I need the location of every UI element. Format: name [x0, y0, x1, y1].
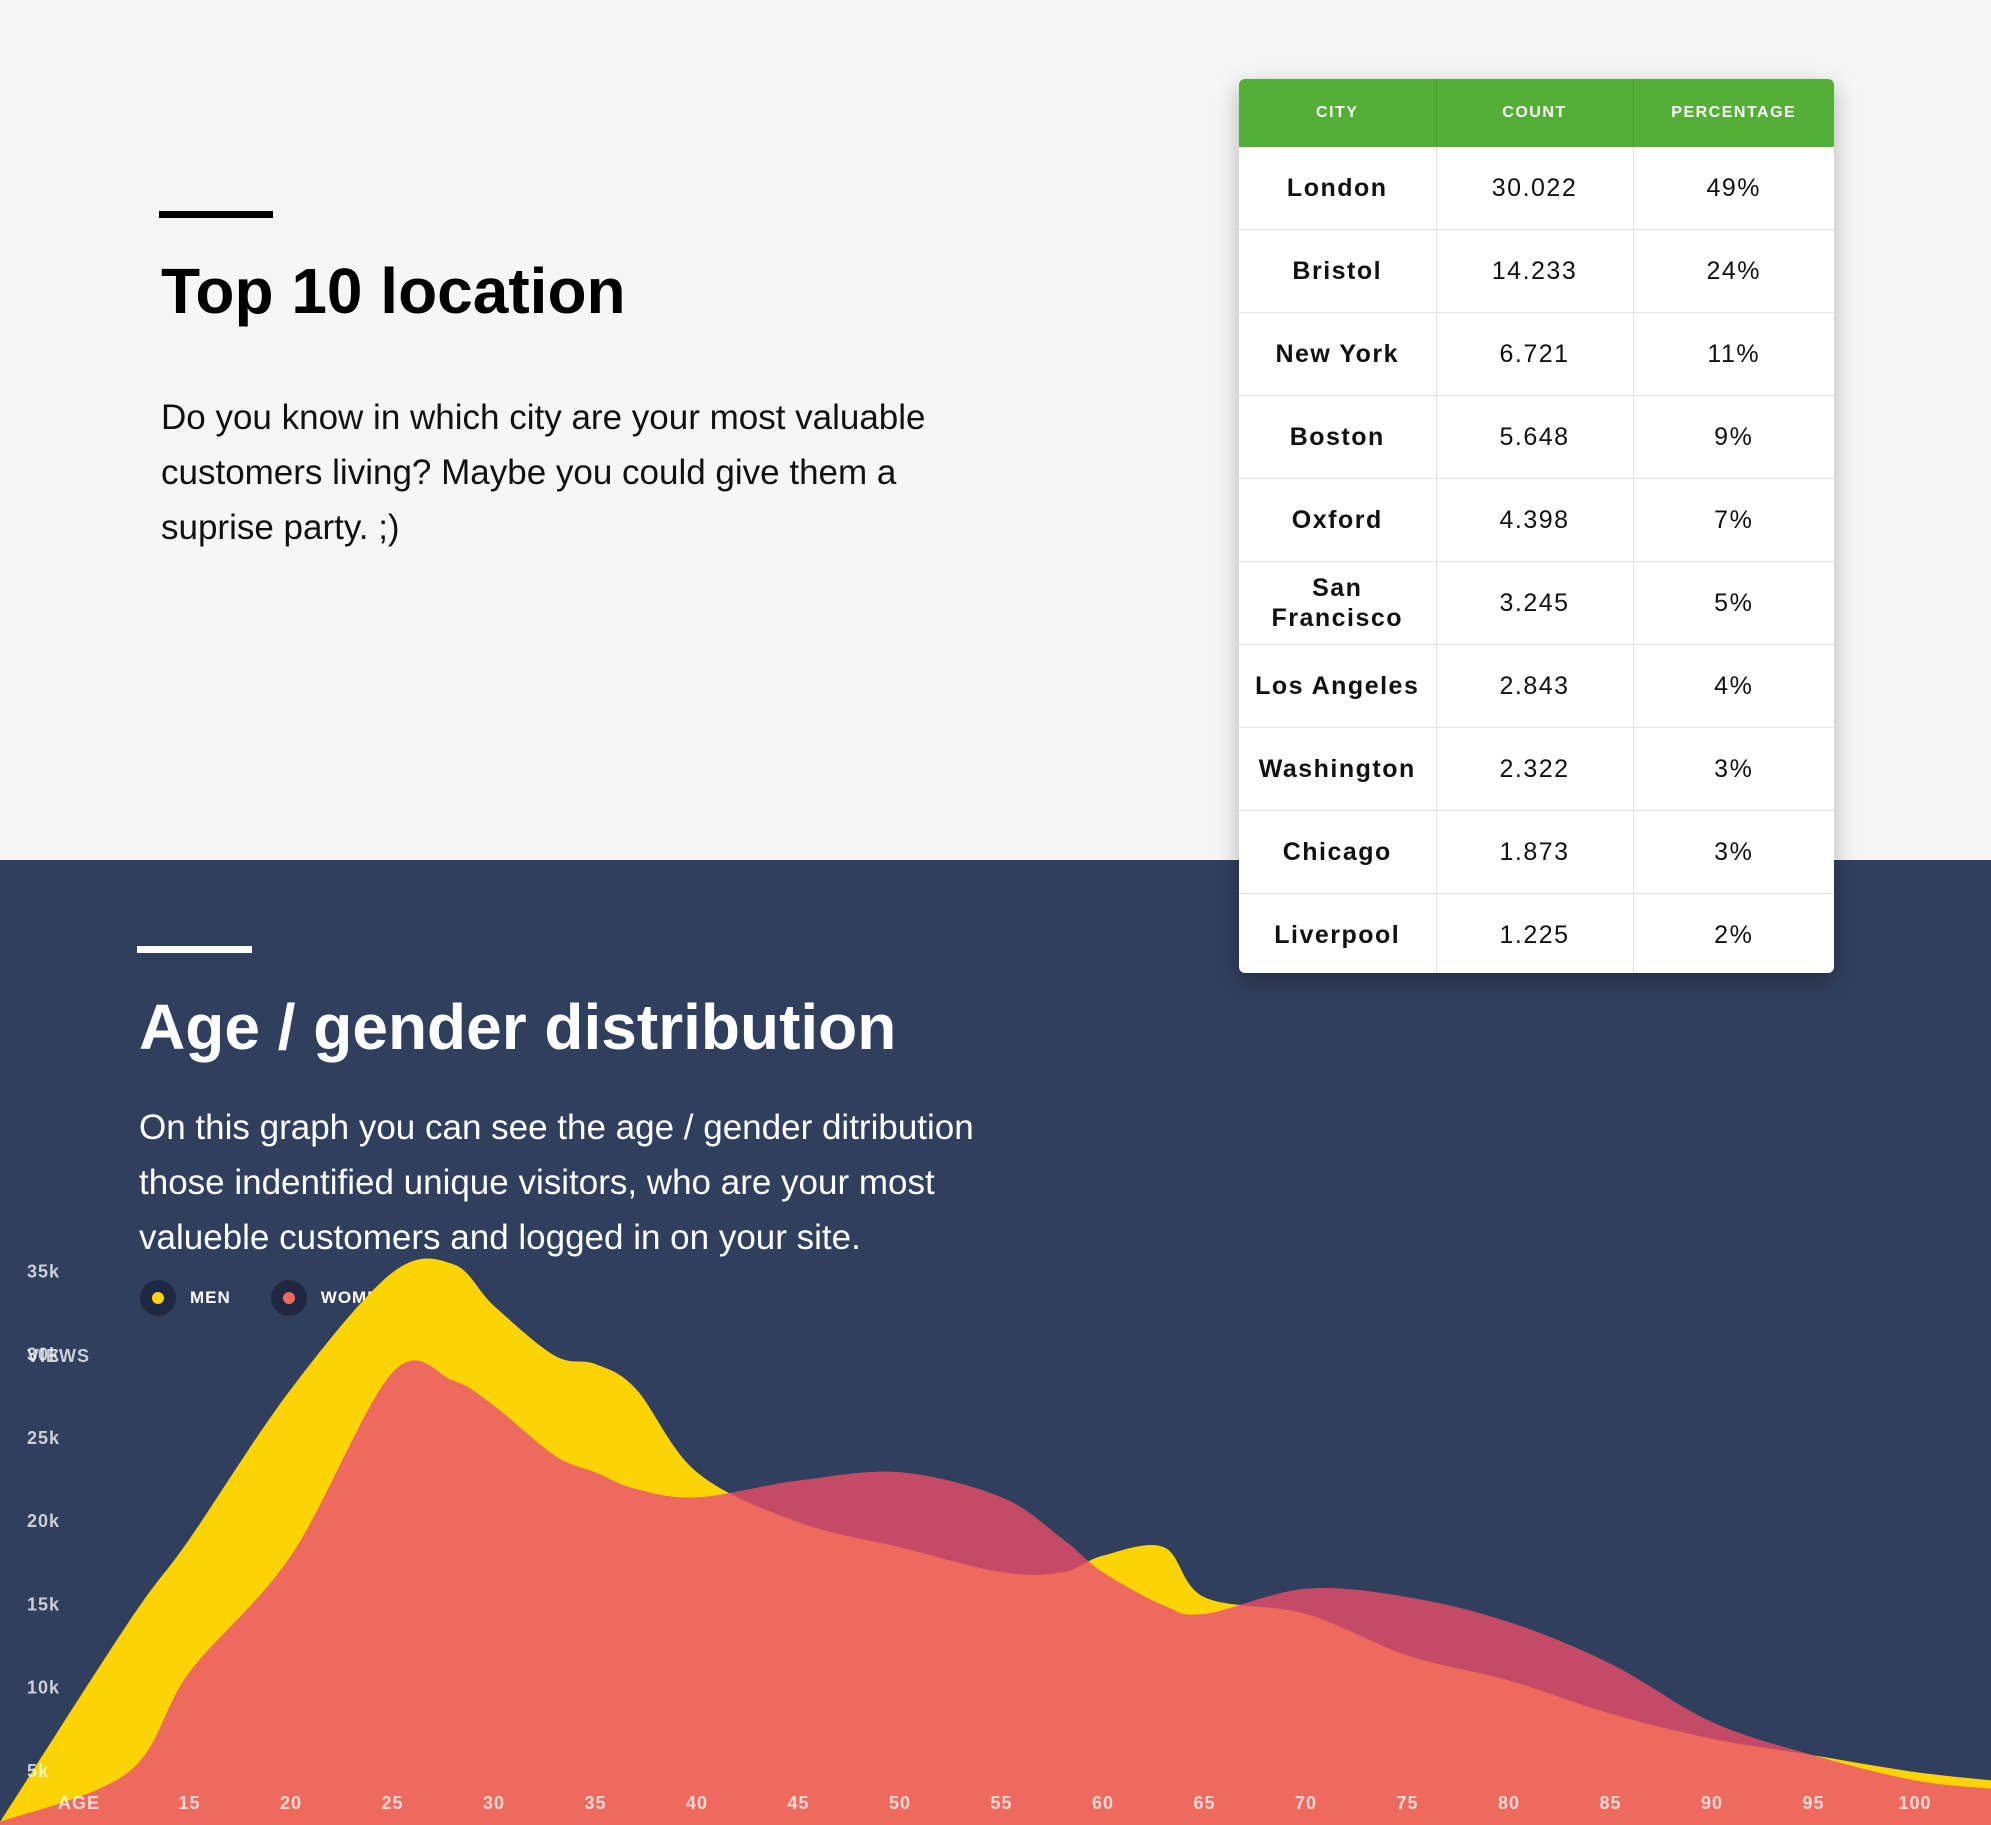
cell-city: Oxford — [1239, 478, 1437, 562]
column-header-count[interactable]: COUNT — [1436, 79, 1634, 147]
age-gender-section: Age / gender distribution On this graph … — [0, 860, 1991, 1825]
section-accent-line — [159, 211, 273, 218]
column-header-city[interactable]: CITY — [1239, 79, 1437, 147]
y-tick-label: 25k — [27, 1428, 60, 1448]
cell-count: 1.873 — [1436, 810, 1634, 894]
table-row[interactable]: Boston 5.648 9% — [1239, 395, 1834, 479]
table-row[interactable]: Chicago 1.873 3% — [1239, 810, 1834, 894]
x-tick-label: 35 — [584, 1793, 606, 1813]
cell-percentage: 4% — [1633, 644, 1834, 728]
table-row[interactable]: Bristol 14.233 24% — [1239, 229, 1834, 313]
table-body: London 30.022 49% Bristol 14.233 24% New York 6… — [1239, 147, 1834, 973]
x-tick-label: 15 — [178, 1793, 200, 1813]
table-row[interactable]: San Francisco 3.245 5% — [1239, 561, 1834, 645]
cell-city: San Francisco — [1239, 561, 1437, 645]
column-header-percentage[interactable]: PERCENTAGE — [1633, 79, 1834, 147]
cell-city: London — [1239, 147, 1437, 230]
table-row[interactable]: Washington 2.322 3% — [1239, 727, 1834, 811]
age-gender-area-chart: VIEWS5k10k15k20k25k30k35kAGE 15 20 25 30 35 40… — [0, 1258, 1991, 1825]
x-tick-label: 20 — [280, 1793, 302, 1813]
x-tick-label: 45 — [787, 1793, 809, 1813]
cell-count: 14.233 — [1436, 229, 1634, 313]
cell-city: Liverpool — [1239, 893, 1437, 973]
table-row[interactable]: Los Angeles 2.843 4% — [1239, 644, 1834, 728]
cell-city: Los Angeles — [1239, 644, 1437, 728]
cell-city: Washington — [1239, 727, 1437, 811]
y-tick-label: 10k — [27, 1678, 60, 1698]
x-tick-label: 100 — [1898, 1793, 1931, 1813]
cell-city: Chicago — [1239, 810, 1437, 894]
top-locations-description: Do you know in which city are your most … — [161, 398, 926, 547]
cell-count: 5.648 — [1436, 395, 1634, 479]
cell-percentage: 9% — [1633, 395, 1834, 479]
cell-percentage: 5% — [1633, 561, 1834, 645]
table-row[interactable]: New York 6.721 11% — [1239, 312, 1834, 396]
x-tick-label: 75 — [1396, 1793, 1418, 1813]
cell-percentage: 3% — [1633, 727, 1834, 811]
y-tick-label: 20k — [27, 1511, 60, 1531]
cell-percentage: 2% — [1714, 921, 1754, 949]
y-tick-label: 5k — [27, 1761, 49, 1781]
cell-count: 2.322 — [1436, 727, 1634, 811]
cell-city: Boston — [1239, 395, 1437, 479]
top-locations-title: Top 10 location — [161, 255, 626, 327]
x-tick-label: 95 — [1802, 1793, 1824, 1813]
y-tick-label: 35k — [27, 1261, 60, 1281]
cell-count: 4.398 — [1436, 478, 1634, 562]
cell-percentage: 7% — [1633, 478, 1834, 562]
cell-city: Bristol — [1239, 229, 1437, 313]
x-tick-label: 85 — [1599, 1793, 1621, 1813]
x-tick-label: 50 — [889, 1793, 911, 1813]
x-tick-label: 80 — [1498, 1793, 1520, 1813]
x-tick-label: 25 — [381, 1793, 403, 1813]
cell-percentage: 11% — [1633, 312, 1834, 396]
x-tick-label: 90 — [1701, 1793, 1723, 1813]
table-header-row: CITY COUNT PERCENTAGE — [1239, 79, 1834, 147]
cell-count: 30.022 — [1436, 147, 1634, 230]
x-axis-label: AGE — [58, 1793, 100, 1813]
x-tick-label: 30 — [483, 1793, 505, 1813]
cell-count: 3.245 — [1436, 561, 1634, 645]
cell-percentage: 3% — [1633, 810, 1834, 894]
cell-count: 6.721 — [1436, 312, 1634, 396]
x-tick-label: 65 — [1193, 1793, 1215, 1813]
y-tick-label: 15k — [27, 1594, 60, 1614]
locations-table: CITY COUNT PERCENTAGE London 30.022 49% Bri… — [1239, 79, 1834, 973]
cell-count: 2.843 — [1436, 644, 1634, 728]
cell-percentage: 49% — [1633, 147, 1834, 230]
x-tick-label: 60 — [1092, 1793, 1114, 1813]
y-tick-label: 30k — [27, 1345, 60, 1365]
table-row[interactable]: London 30.022 49% — [1239, 147, 1834, 230]
cell-percentage: 24% — [1633, 229, 1834, 313]
x-tick-label: 70 — [1295, 1793, 1317, 1813]
table-row[interactable]: Oxford 4.398 7% — [1239, 478, 1834, 562]
table-row[interactable]: Liverpool 1.225 2% — [1239, 893, 1834, 973]
x-tick-label: 40 — [686, 1793, 708, 1813]
cell-city: New York — [1239, 312, 1437, 396]
x-tick-label: 55 — [990, 1793, 1012, 1813]
cell-count: 1.225 — [1436, 893, 1634, 973]
